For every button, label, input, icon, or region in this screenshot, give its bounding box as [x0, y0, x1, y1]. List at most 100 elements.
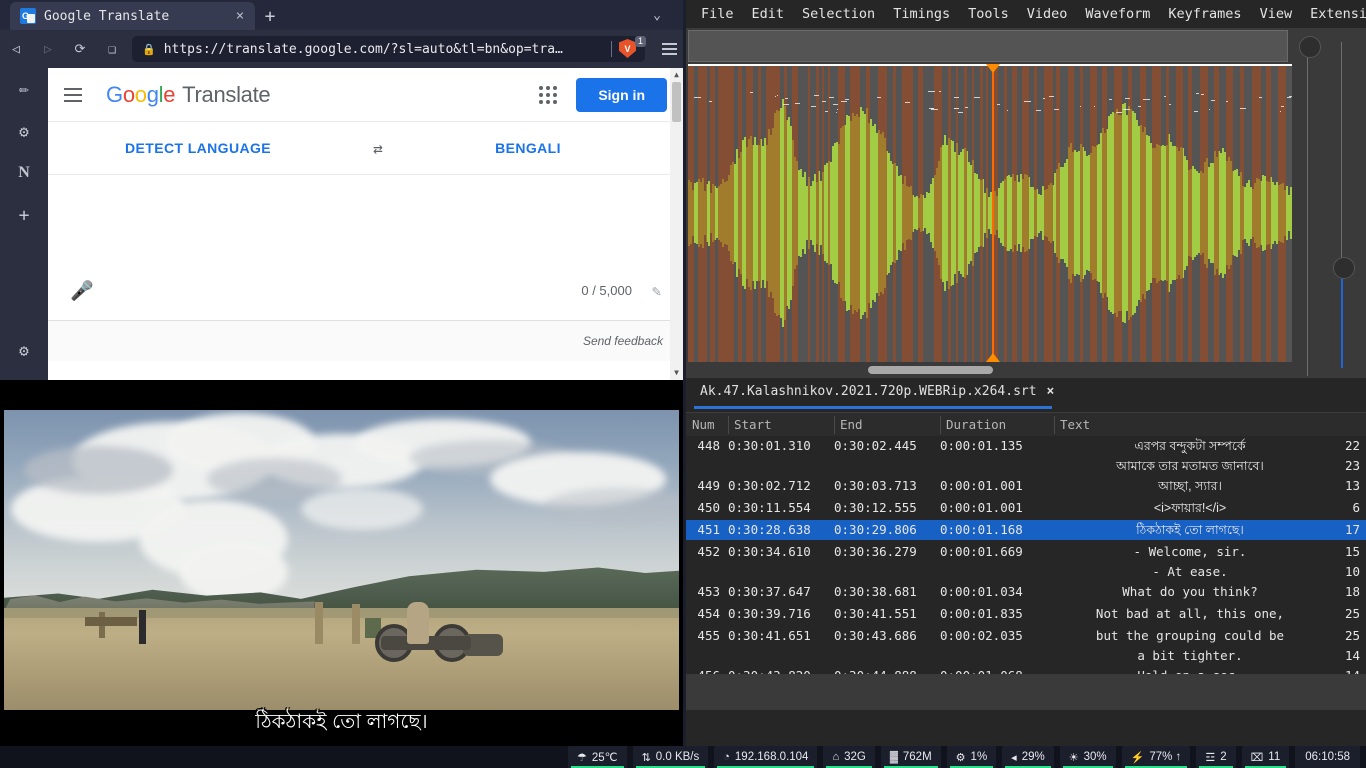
- waveform-subtitle-region[interactable]: [1044, 66, 1053, 362]
- waveform-subtitle-region[interactable]: [994, 66, 998, 362]
- chevron-down-icon[interactable]: ⌄: [647, 6, 667, 26]
- menu-keyframes[interactable]: Keyframes: [1159, 2, 1250, 26]
- close-icon[interactable]: ×: [231, 8, 249, 24]
- sidebar-item-settings[interactable]: ⚙: [0, 110, 48, 152]
- translate-menu-icon[interactable]: [64, 83, 88, 107]
- bookmark-icon[interactable]: ❑: [96, 36, 128, 62]
- menu-selection[interactable]: Selection: [793, 2, 884, 26]
- waveform-subtitle-region[interactable]: [1188, 66, 1192, 362]
- scroll-down-arrow[interactable]: ▼: [670, 366, 683, 380]
- waveform-subtitle-region[interactable]: [850, 66, 860, 362]
- status-battery[interactable]: ⚡ 77% ↑: [1121, 746, 1191, 768]
- waveform-subtitle-region[interactable]: [1226, 66, 1233, 362]
- send-feedback-link[interactable]: Send feedback: [48, 321, 683, 361]
- waveform-subtitle-region[interactable]: [710, 66, 715, 362]
- scrollbar-thumb[interactable]: [672, 82, 681, 122]
- table-row[interactable]: - At ease. 10: [686, 562, 1366, 582]
- target-language-tab[interactable]: BENGALI: [408, 140, 648, 156]
- waveform-subtitle-region[interactable]: [893, 66, 896, 362]
- menu-edit[interactable]: Edit: [743, 2, 794, 26]
- waveform-subtitle-region[interactable]: [1080, 66, 1083, 362]
- video-player[interactable]: ঠিকঠাকই তো লাগছে।: [0, 380, 683, 746]
- menu-file[interactable]: File: [692, 2, 743, 26]
- status-cpu-load[interactable]: ⚙ 1%: [946, 746, 997, 768]
- status-ip-address[interactable]: ◔ 192.168.0.104: [714, 746, 818, 768]
- column-header-num[interactable]: Num: [686, 413, 728, 437]
- volume-slider-knob[interactable]: [1333, 257, 1355, 279]
- waveform-subtitle-region[interactable]: [866, 66, 870, 362]
- menu-extensions[interactable]: Extensions: [1301, 2, 1366, 26]
- waveform-subtitle-region[interactable]: [746, 66, 753, 362]
- scrollbar-thumb[interactable]: [868, 366, 993, 374]
- menu-timings[interactable]: Timings: [884, 2, 959, 26]
- status-brightness[interactable]: ☀ 30%: [1059, 746, 1116, 768]
- waveform-subtitle-region[interactable]: [1102, 66, 1107, 362]
- google-apps-grid-icon[interactable]: [534, 81, 562, 109]
- zoom-slider-track[interactable]: [1307, 46, 1308, 376]
- subtitle-table-body[interactable]: 448 0:30:01.310 0:30:02.445 0:00:01.135 এরপর…: [686, 436, 1366, 710]
- waveform-subtitle-region[interactable]: [934, 66, 942, 362]
- waveform-subtitle-region[interactable]: [980, 66, 983, 362]
- waveform-subtitle-region[interactable]: [1152, 66, 1161, 362]
- waveform-subtitle-region[interactable]: [784, 66, 787, 362]
- table-row[interactable]: 451 0:30:28.638 0:30:29.806 0:00:01.168 ঠিকঠ…: [686, 520, 1366, 540]
- waveform-subtitle-region[interactable]: [1114, 66, 1122, 362]
- waveform-subtitle-region[interactable]: [1128, 66, 1132, 362]
- source-language-tab[interactable]: DETECT LANGUAGE: [48, 140, 348, 156]
- column-header-duration[interactable]: Duration: [940, 413, 1054, 437]
- table-row[interactable]: 448 0:30:01.310 0:30:02.445 0:00:01.135 এরপর…: [686, 436, 1366, 456]
- sidebar-item-bookmarks[interactable]: ✏: [0, 68, 48, 110]
- new-tab-button[interactable]: +: [258, 6, 282, 28]
- sidebar-item-add[interactable]: +: [0, 194, 48, 236]
- brave-shield-icon[interactable]: V 1: [619, 36, 646, 59]
- column-divider[interactable]: [728, 416, 729, 434]
- waveform-subtitle-region[interactable]: [902, 66, 913, 362]
- swap-languages-icon[interactable]: ⇄: [348, 139, 408, 158]
- waveform-subtitle-region[interactable]: [808, 66, 810, 362]
- waveform-subtitle-region[interactable]: [1166, 66, 1169, 362]
- waveform-subtitle-region[interactable]: [1012, 66, 1017, 362]
- status-volume[interactable]: ◂ 29%: [1002, 746, 1054, 768]
- table-row[interactable]: 455 0:30:41.651 0:30:43.686 0:00:02.035 but …: [686, 626, 1366, 646]
- waveform-horizontal-scrollbar[interactable]: [688, 366, 1292, 374]
- waveform-subtitle-region[interactable]: [1056, 66, 1060, 362]
- waveform-subtitle-region[interactable]: [918, 66, 923, 362]
- open-file-tab[interactable]: Ak.47.Kalashnikov.2021.720p.WEBRip.x264.…: [694, 381, 1060, 402]
- waveform-subtitle-region[interactable]: [828, 66, 830, 362]
- table-row[interactable]: 450 0:30:11.554 0:30:12.555 0:00:01.001 <i>ফ…: [686, 498, 1366, 518]
- waveform-subtitle-region[interactable]: [738, 66, 742, 362]
- column-header-end[interactable]: End: [834, 413, 940, 437]
- translation-input-area[interactable]: [48, 175, 683, 261]
- zoom-slider-knob[interactable]: [1299, 36, 1321, 58]
- scroll-up-arrow[interactable]: ▲: [670, 68, 683, 82]
- waveform-subtitle-region[interactable]: [792, 66, 798, 362]
- table-row[interactable]: আমাকে তার মতামত জানাবে। 23: [686, 456, 1366, 476]
- waveform-subtitle-region[interactable]: [1214, 66, 1219, 362]
- table-row[interactable]: 452 0:30:34.610 0:30:36.279 0:00:01.669 - We…: [686, 542, 1366, 562]
- waveform-subtitle-region[interactable]: [1278, 66, 1286, 362]
- waveform-subtitle-region[interactable]: [1240, 66, 1244, 362]
- waveform-subtitle-region[interactable]: [766, 66, 780, 362]
- table-row[interactable]: 454 0:30:39.716 0:30:41.551 0:00:01.835 Not …: [686, 604, 1366, 624]
- status-temperature[interactable]: ☂ 25℃: [567, 746, 627, 768]
- waveform-panel[interactable]: [686, 28, 1366, 378]
- waveform-subtitle-region[interactable]: [718, 66, 734, 362]
- waveform-subtitle-region[interactable]: [688, 66, 694, 362]
- column-divider[interactable]: [940, 416, 941, 434]
- volume-slider-track[interactable]: [1341, 42, 1342, 267]
- sign-in-button[interactable]: Sign in: [576, 77, 667, 112]
- waveform-subtitle-region[interactable]: [822, 66, 824, 362]
- menu-video[interactable]: Video: [1018, 2, 1077, 26]
- column-header-start[interactable]: Start: [728, 413, 834, 437]
- waveform-subtitle-region[interactable]: [948, 66, 951, 362]
- microphone-icon[interactable]: 🎤: [70, 279, 94, 302]
- waveform-subtitle-region[interactable]: [956, 66, 958, 362]
- column-header-text[interactable]: Text: [1054, 413, 1354, 437]
- table-row[interactable]: a bit tighter. 14: [686, 646, 1366, 666]
- status-trash[interactable]: ⌧ 11: [1241, 746, 1290, 768]
- waveform-subtitle-region[interactable]: [698, 66, 707, 362]
- status-disk-space[interactable]: ⌂ 32G: [823, 746, 875, 768]
- waveform-timeline-ruler[interactable]: [688, 30, 1288, 62]
- waveform-subtitle-region[interactable]: [838, 66, 845, 362]
- waveform-subtitle-region[interactable]: [1140, 66, 1146, 362]
